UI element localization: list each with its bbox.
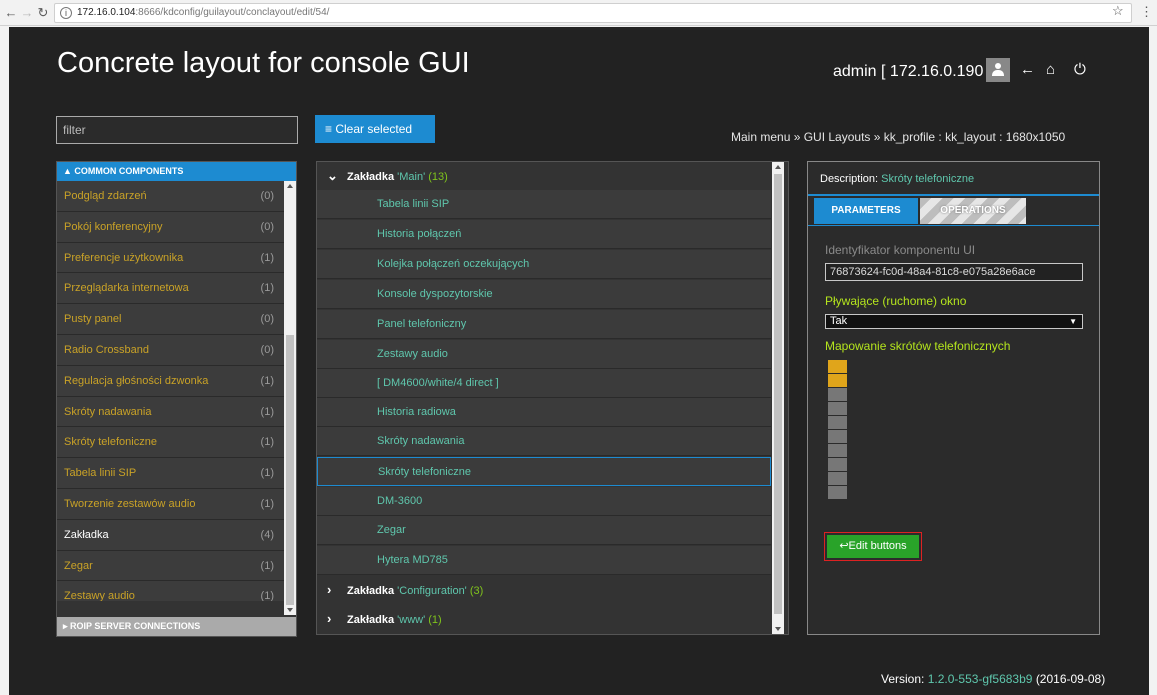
component-id-field[interactable]: 76873624-fc0d-48a4-81c8-e075a28e6ace: [825, 263, 1083, 281]
tree-item[interactable]: Zegar: [317, 516, 771, 545]
shortcut-key[interactable]: [828, 402, 847, 415]
shortcut-key[interactable]: [828, 374, 847, 387]
shortcut-key[interactable]: [828, 444, 847, 457]
tree-group-configuration[interactable]: › Zakładka 'Configuration' (3): [317, 576, 771, 604]
breadcrumb: Main menu » GUI Layouts » kk_profile : k…: [731, 130, 1066, 144]
floating-window-label: Pływające (ruchome) okno: [825, 294, 967, 308]
layout-tree-panel: ⌄ Zakładka 'Main' (13) Tabela linii SIP …: [316, 161, 789, 635]
address-bar[interactable]: i 172.16.0.104:8666/kdconfig/guilayout/c…: [54, 3, 1132, 23]
power-icon[interactable]: ⏻: [1074, 61, 1086, 79]
list-item[interactable]: Pusty panel (0): [57, 304, 284, 335]
component-id-label: Identyfikator komponentu UI: [825, 243, 976, 257]
shortcut-mapping-label: Mapowanie skrótów telefonicznych: [825, 339, 1011, 353]
chevron-right-icon: ›: [327, 582, 332, 597]
user-label: admin [ 172.16.0.190 ]: [833, 63, 993, 80]
edit-buttons-button[interactable]: ↩Edit buttons: [824, 532, 922, 561]
tree-item[interactable]: Zestawy audio: [317, 340, 771, 369]
list-item[interactable]: Zestawy audio (1): [57, 581, 284, 601]
shortcut-key[interactable]: [828, 360, 847, 373]
home-icon[interactable]: ⌂: [1046, 61, 1055, 79]
list-item[interactable]: Tabela linii SIP (1): [57, 458, 284, 489]
shortcut-key[interactable]: [828, 416, 847, 429]
app-window: Concrete layout for console GUI admin [ …: [9, 27, 1149, 695]
tree-item[interactable]: DM-3600: [317, 487, 771, 516]
clear-selected-label: Clear selected: [335, 122, 413, 136]
tab-operations[interactable]: OPERATIONS: [920, 198, 1026, 224]
back-icon[interactable]: ←: [1020, 61, 1035, 79]
list-item[interactable]: Zegar (1): [57, 550, 284, 582]
tree-item[interactable]: [ DM4600/white/4 direct ]: [317, 369, 771, 398]
version-info: Version: 1.2.0-553-gf5683b9 (2016-09-08): [881, 672, 1106, 686]
browser-toolbar: ← → ↻ i 172.16.0.104:8666/kdconfig/guila…: [0, 0, 1157, 26]
list-item[interactable]: Skróty nadawania (1): [57, 396, 284, 428]
browser-menu-icon[interactable]: ⋮: [1140, 4, 1153, 20]
list-item[interactable]: Preferencje użytkownika (1): [57, 242, 284, 274]
description: Description: Skróty telefoniczne: [820, 173, 975, 185]
list-item[interactable]: Zakładka (4): [57, 519, 284, 551]
tree-item[interactable]: Skróty nadawania: [317, 427, 771, 456]
dropdown-arrow-icon: ▼: [1069, 317, 1077, 326]
chevron-right-icon: ›: [327, 611, 332, 626]
tree-item[interactable]: Tabela linii SIP: [317, 190, 771, 219]
tab-parameters[interactable]: PARAMETERS: [814, 198, 918, 224]
properties-tabs: PARAMETERS OPERATIONS: [808, 194, 1099, 226]
info-icon[interactable]: i: [60, 7, 72, 19]
components-list: Podgląd zdarzeń (0) Pokój konferencyjny (0…: [57, 181, 284, 601]
tree-item-selected[interactable]: Skróty telefoniczne: [317, 457, 771, 486]
shortcut-key[interactable]: [828, 430, 847, 443]
list-item[interactable]: Regulacja głośności dzwonka (1): [57, 365, 284, 397]
properties-panel: Description: Skróty telefoniczne PARAMET…: [807, 161, 1100, 635]
filter-input[interactable]: [56, 116, 298, 144]
common-components-header[interactable]: ▲ COMMON COMPONENTS: [57, 162, 296, 181]
tree-item[interactable]: Konsole dyspozytorskie: [317, 280, 771, 309]
left-scrollbar[interactable]: [284, 181, 296, 615]
tree-group-main[interactable]: ⌄ Zakładka 'Main' (13): [317, 162, 771, 190]
back-arrow-icon[interactable]: ←: [4, 5, 18, 21]
tree-item[interactable]: Kolejka połączeń oczekujących: [317, 250, 771, 279]
tree-group-www[interactable]: › Zakładka 'www' (1): [317, 605, 771, 633]
middle-scrollbar[interactable]: [772, 162, 784, 634]
tree-item[interactable]: Panel telefoniczny: [317, 310, 771, 339]
components-panel: ▲ COMMON COMPONENTS Podgląd zdarzeń (0) P…: [56, 161, 297, 637]
tree-item[interactable]: Historia radiowa: [317, 398, 771, 427]
tree-item[interactable]: Historia połączeń: [317, 220, 771, 249]
reload-icon[interactable]: ↻: [36, 5, 50, 21]
shortcut-key[interactable]: [828, 458, 847, 471]
roip-connections-header[interactable]: ▸ ROIP SERVER CONNECTIONS: [57, 617, 296, 636]
tree-item[interactable]: Hytera MD785: [317, 546, 771, 575]
chevron-down-icon: ⌄: [327, 168, 338, 183]
forward-arrow-icon[interactable]: →: [20, 5, 34, 21]
list-item[interactable]: Przeglądarka internetowa (1): [57, 273, 284, 305]
page-title: Concrete layout for console GUI: [57, 47, 470, 79]
user-icon[interactable]: [986, 58, 1010, 82]
edit-buttons-label: ↩Edit buttons: [827, 535, 919, 558]
list-item[interactable]: Tworzenie zestawów audio (1): [57, 488, 284, 520]
bookmark-star-icon[interactable]: ☆: [1112, 3, 1124, 19]
shortcut-key[interactable]: [828, 388, 847, 401]
list-icon: ≡: [325, 122, 336, 136]
list-item[interactable]: Pokój konferencyjny (0): [57, 211, 284, 243]
shortcut-key[interactable]: [828, 486, 847, 499]
clear-selected-button[interactable]: ≡ Clear selected: [315, 115, 435, 143]
list-item[interactable]: Radio Crossband (0): [57, 334, 284, 366]
floating-window-select[interactable]: Tak ▼: [825, 314, 1083, 329]
list-item[interactable]: Skróty telefoniczne (1): [57, 427, 284, 459]
url-text: 172.16.0.104:8666/kdconfig/guilayout/con…: [77, 7, 330, 18]
shortcut-key[interactable]: [828, 472, 847, 485]
list-item[interactable]: Podgląd zdarzeń (0): [57, 181, 284, 212]
